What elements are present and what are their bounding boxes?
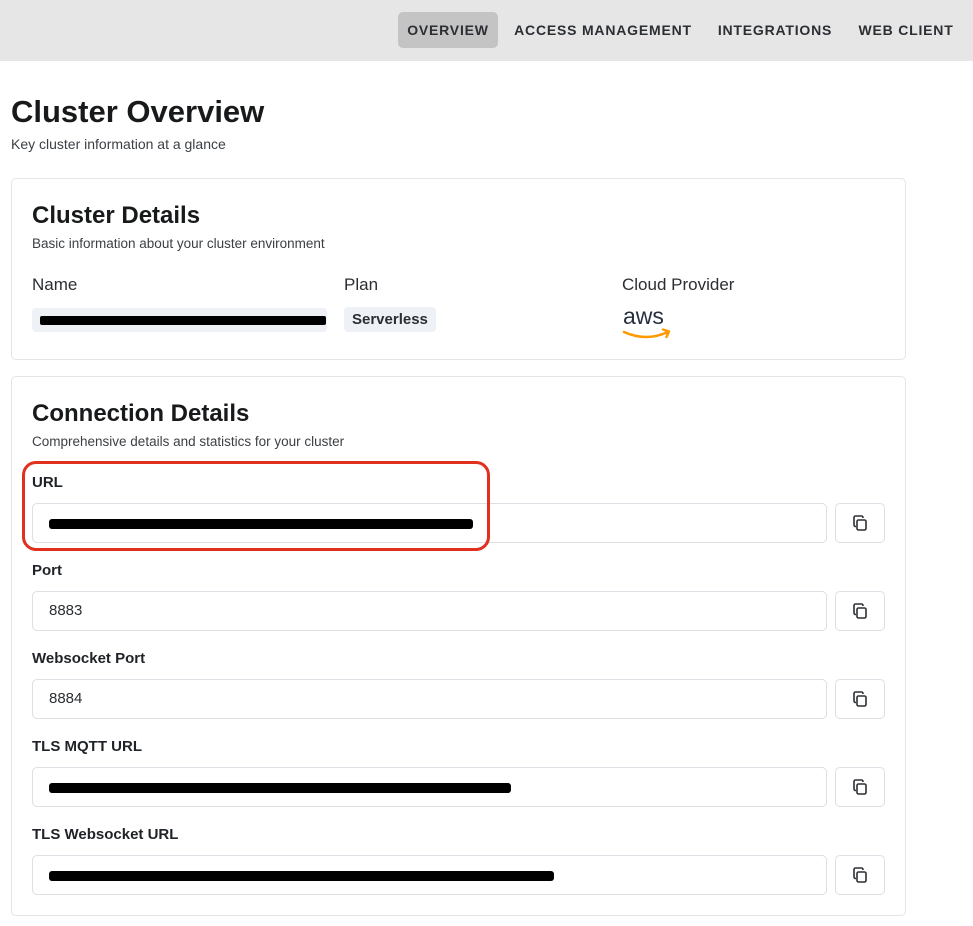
redaction-bar	[49, 783, 511, 793]
websocket-port-field[interactable]: 8884	[32, 679, 827, 719]
port-label: Port	[32, 562, 62, 579]
copy-icon	[853, 867, 867, 883]
page-subtitle: Key cluster information at a glance	[11, 136, 226, 152]
copy-tls-mqtt-url-button[interactable]	[835, 767, 885, 807]
tab-web-client[interactable]: WEB CLIENT	[850, 12, 962, 48]
plan-badge: Serverless	[344, 307, 436, 332]
connection-details-card: Connection Details Comprehensive details…	[11, 376, 906, 916]
copy-port-button[interactable]	[835, 591, 885, 631]
tls-websocket-url-label: TLS Websocket URL	[32, 826, 179, 843]
page-title: Cluster Overview	[11, 94, 265, 129]
cluster-details-card: Cluster Details Basic information about …	[11, 178, 906, 360]
cloud-provider-label: Cloud Provider	[622, 275, 735, 294]
aws-logo-icon: aws	[622, 302, 674, 342]
websocket-port-label: Websocket Port	[32, 650, 146, 667]
redaction-bar	[49, 519, 473, 529]
copy-icon	[853, 515, 867, 531]
tab-integrations[interactable]: INTEGRATIONS	[710, 12, 840, 48]
connection-details-subtitle: Comprehensive details and statistics for…	[32, 434, 345, 449]
top-nav-bar: OVERVIEW ACCESS MANAGEMENT INTEGRATIONS …	[0, 0, 973, 61]
copy-icon	[853, 603, 867, 619]
copy-icon	[853, 691, 867, 707]
redaction-bar	[40, 316, 326, 325]
name-label: Name	[32, 275, 78, 294]
port-field[interactable]: 8883	[32, 591, 827, 631]
tls-websocket-url-field[interactable]	[32, 855, 827, 895]
plan-label: Plan	[344, 275, 379, 294]
tab-access-management[interactable]: ACCESS MANAGEMENT	[508, 12, 698, 48]
redaction-bar	[49, 871, 554, 881]
cluster-details-subtitle: Basic information about your cluster env…	[32, 236, 325, 251]
url-field[interactable]	[32, 503, 827, 543]
copy-icon	[853, 779, 867, 795]
tls-mqtt-url-field[interactable]	[32, 767, 827, 807]
url-label: URL	[32, 474, 63, 491]
tab-overview[interactable]: OVERVIEW	[398, 12, 498, 48]
cluster-name-value	[32, 308, 327, 332]
copy-tls-websocket-url-button[interactable]	[835, 855, 885, 895]
svg-text:aws: aws	[623, 303, 664, 329]
cluster-details-title: Cluster Details	[32, 202, 201, 229]
copy-url-button[interactable]	[835, 503, 885, 543]
connection-details-title: Connection Details	[32, 400, 250, 427]
copy-websocket-port-button[interactable]	[835, 679, 885, 719]
tls-mqtt-url-label: TLS MQTT URL	[32, 738, 142, 755]
